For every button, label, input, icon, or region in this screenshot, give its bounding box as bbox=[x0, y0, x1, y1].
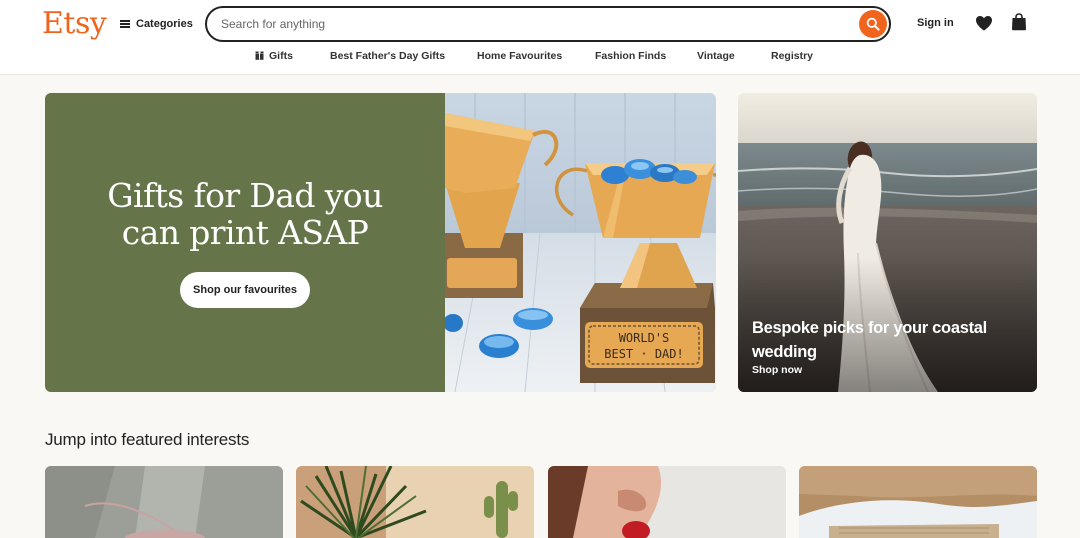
featured-interests-heading: Jump into featured interests bbox=[45, 430, 250, 449]
nav-item-fashion-finds[interactable]: Fashion Finds bbox=[595, 50, 666, 62]
nav-label-gifts: Gifts bbox=[269, 50, 293, 62]
gift-icon bbox=[255, 51, 264, 60]
etsy-logo[interactable]: Etsy bbox=[42, 6, 107, 41]
featured-tile-3[interactable] bbox=[548, 466, 786, 538]
search-icon bbox=[866, 17, 880, 31]
featured-tile-2[interactable] bbox=[296, 466, 534, 538]
sign-in-link[interactable]: Sign in bbox=[917, 17, 954, 29]
nav-item-vintage[interactable]: Vintage bbox=[697, 50, 735, 62]
search-button[interactable] bbox=[859, 10, 887, 38]
nav-item-registry[interactable]: Registry bbox=[771, 50, 813, 62]
shopping-bag-icon[interactable] bbox=[1011, 13, 1027, 31]
featured-tile-2-image bbox=[296, 466, 534, 538]
featured-tile-1-image bbox=[45, 466, 283, 538]
shop-favourites-button[interactable]: Shop our favourites bbox=[180, 272, 310, 308]
featured-tile-3-image bbox=[548, 466, 786, 538]
featured-tile-4-image bbox=[799, 466, 1037, 538]
hero-title-line-1: Gifts for Dad you bbox=[107, 176, 383, 215]
featured-tile-4[interactable] bbox=[799, 466, 1037, 538]
categories-button[interactable]: Categories bbox=[120, 14, 193, 34]
site-header: Etsy Categories Sign in Gifts B bbox=[0, 0, 1080, 75]
search-bar bbox=[205, 6, 891, 42]
shop-now-link[interactable]: Shop now bbox=[752, 364, 802, 376]
nav-item-home-favourites[interactable]: Home Favourites bbox=[477, 50, 562, 62]
hero-title-line-2: can print ASAP bbox=[121, 213, 369, 252]
category-nav: Gifts Best Father's Day Gifts Home Favou… bbox=[0, 50, 1080, 68]
trophy-text-line-2: BEST · DAD! bbox=[604, 347, 683, 361]
menu-icon bbox=[120, 20, 130, 28]
heart-icon[interactable] bbox=[975, 15, 993, 31]
featured-tile-1[interactable] bbox=[45, 466, 283, 538]
trophy-text-line-1: WORLD'S bbox=[619, 331, 670, 345]
categories-label: Categories bbox=[136, 18, 193, 30]
hero-banner: Gifts for Dad you can print ASAP Shop ou… bbox=[45, 93, 445, 392]
nav-item-gifts[interactable]: Gifts bbox=[255, 50, 293, 62]
nav-item-fathers-day-gifts[interactable]: Best Father's Day Gifts bbox=[330, 50, 445, 62]
search-input[interactable] bbox=[221, 16, 841, 32]
hero-title: Gifts for Dad you can print ASAP bbox=[45, 177, 445, 251]
coastal-wedding-title: Bespoke picks for your coastal wedding bbox=[752, 319, 987, 361]
hero-image-paper-trophies[interactable]: WORLD'S BEST · DAD! bbox=[445, 93, 716, 392]
coastal-wedding-card[interactable]: Bespoke picks for your coastal wedding S… bbox=[738, 93, 1037, 392]
